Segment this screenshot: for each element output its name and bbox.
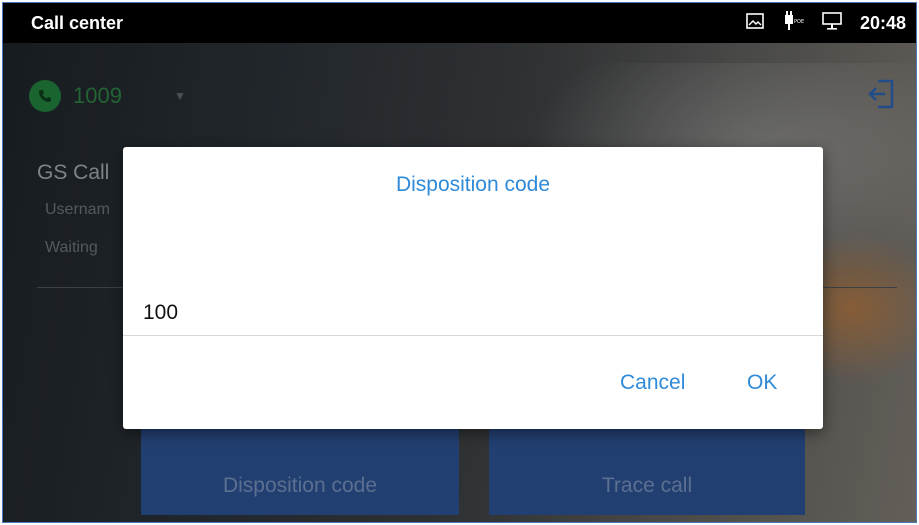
clock: 20:48 — [859, 12, 906, 33]
disposition-dialog: Disposition code 100 Cancel OK — [123, 147, 823, 429]
screenshot-icon — [746, 12, 764, 34]
svg-text:POE: POE — [794, 19, 804, 25]
status-bar: Call center POE 20:48 — [3, 3, 916, 43]
status-icons: POE 20:48 — [746, 10, 906, 36]
disposition-code-input[interactable]: 100 — [143, 293, 803, 333]
app-title: Call center — [31, 12, 124, 33]
cancel-button[interactable]: Cancel — [620, 371, 685, 395]
dialog-title: Disposition code — [395, 173, 551, 196]
ok-button[interactable]: OK — [747, 371, 777, 395]
poe-power-icon: POE — [782, 10, 804, 36]
dialog-divider — [123, 335, 823, 336]
screen-frame: Call center POE 20:48 1009 ▼ GS Call Use… — [2, 2, 917, 523]
network-icon — [822, 11, 842, 35]
